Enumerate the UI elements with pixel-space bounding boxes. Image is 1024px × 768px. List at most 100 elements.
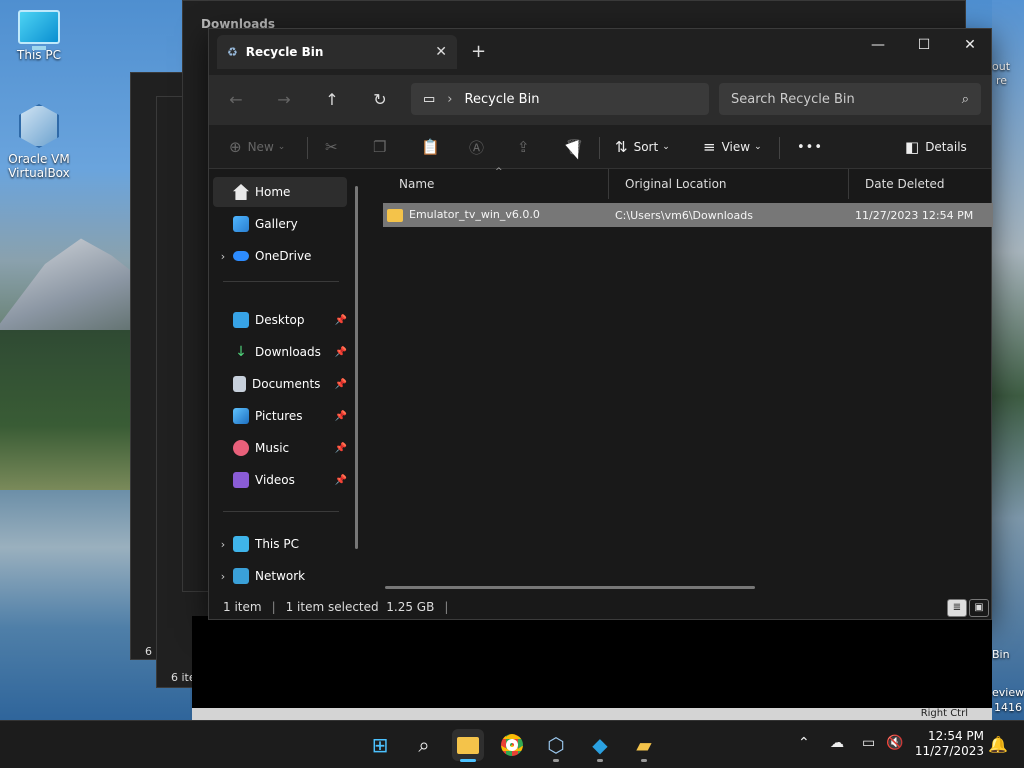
new-tab-button[interactable]: + [471,41,486,62]
address-bar[interactable]: ▭ › Recycle Bin [411,83,709,115]
column-label: Original Location [625,177,727,191]
file-name-cell: Emulator_tv_win_v6.0.0 [387,208,540,222]
desktop-icon-virtualbox[interactable]: Oracle VM VirtualBox [4,104,74,180]
virtualbox-taskbar-button[interactable]: ⬡ [540,729,572,762]
clock-time: 12:54 PM [928,729,984,743]
rename-icon: Ⓐ [469,138,485,157]
back-button[interactable]: ← [223,87,249,113]
new-button[interactable]: ⊕ New ⌄ [229,135,285,159]
paste-button[interactable]: 📋 [421,135,446,159]
share-button[interactable]: ⇪ [517,135,536,159]
chevron-right-icon: › [447,91,453,107]
list-view-icon: ≡ [703,138,716,156]
refresh-button[interactable]: ↻ [367,87,393,113]
display-tray-icon[interactable]: ▭ [862,735,875,751]
edge-text: Bin [992,648,1010,661]
sidebar-item-gallery[interactable]: Gallery [213,209,347,239]
document-icon [233,376,246,392]
chevron-right-icon[interactable]: › [213,570,233,583]
view-button[interactable]: ≡ View ⌄ [703,135,762,159]
sidebar-item-label: OneDrive [255,249,312,263]
sort-button[interactable]: ⇅ Sort ⌄ [615,135,670,159]
close-tab-icon[interactable]: ✕ [435,44,447,60]
picture-icon [233,408,249,424]
rename-button[interactable]: Ⓐ [469,135,490,159]
chrome-taskbar-button[interactable] [496,729,528,761]
sidebar-item-onedrive[interactable]: › OneDrive [213,241,347,271]
folder-app-taskbar-button[interactable]: ▰ [628,729,660,762]
more-options-button[interactable]: ••• [797,135,823,159]
sidebar-item-this-pc[interactable]: › This PC [213,529,347,559]
command-bar: ⊕ New ⌄ ✂ ❐ 📋 Ⓐ ⇪ 🗑 ⇅ Sort ⌄ ≡ View ⌄ ••… [209,125,991,169]
start-button[interactable]: ⊞ [364,729,396,761]
close-window-button[interactable]: ✕ [947,33,993,57]
details-label: Details [925,140,967,154]
details-view-toggle[interactable]: ≣ [947,599,967,617]
file-list: Name ^ Original Location Date Deleted Em… [383,167,993,593]
title-bar[interactable]: ♻ Recycle Bin ✕ + — ☐ ✕ [209,29,991,75]
monitor-icon [18,10,60,50]
computer-icon: ▭ [423,91,436,107]
table-row[interactable]: Emulator_tv_win_v6.0.0 C:\Users\vm6\Down… [383,203,993,227]
search-input[interactable]: Search Recycle Bin ⌕ [719,83,981,115]
sidebar-item-label: Desktop [255,313,305,327]
search-button[interactable]: ⌕ [408,729,440,761]
horizontal-scrollbar[interactable] [385,586,755,589]
monitor-icon [233,536,249,552]
sidebar-item-home[interactable]: Home [213,177,347,207]
chevron-right-icon[interactable]: › [213,538,233,551]
sidebar-item-pictures[interactable]: Pictures 📌 [213,401,347,431]
sidebar-item-label: Home [255,185,291,199]
pin-icon: 📌 [334,410,347,422]
sidebar-scrollbar[interactable] [355,186,358,549]
app-taskbar-button[interactable]: ◆ [584,729,616,762]
sidebar-item-desktop[interactable]: Desktop 📌 [213,305,347,335]
onedrive-tray-icon[interactable]: ☁ [830,735,844,751]
clock[interactable]: 12:54 PM 11/27/2023 [910,729,984,759]
chevron-down-icon: ⌄ [277,142,286,152]
sidebar-item-videos[interactable]: Videos 📌 [213,465,347,495]
volume-mute-icon[interactable]: 🔇 [886,735,903,751]
sidebar-item-music[interactable]: Music 📌 [213,433,347,463]
item-count: 1 item [223,600,262,614]
details-pane-icon: ◧ [905,138,920,156]
running-indicator [641,759,647,762]
pin-icon: 📌 [334,346,347,358]
edge-text: out [992,60,1011,73]
column-header-date-deleted[interactable]: Date Deleted [849,169,991,199]
sidebar-item-label: This PC [255,537,299,551]
up-button[interactable]: ↑ [319,87,345,113]
recycle-bin-window[interactable]: ♻ Recycle Bin ✕ + — ☐ ✕ ← → ↑ ↻ ▭ › Recy… [208,28,993,620]
edge-text: re [996,74,1008,87]
show-hidden-icons-button[interactable]: ⌃ [798,735,810,751]
desktop-icon-this-pc[interactable]: This PC [4,10,74,62]
virtualbox-icon [19,104,59,148]
copy-button[interactable]: ❐ [373,135,392,159]
details-pane-button[interactable]: ◧ Details [905,135,967,159]
host-key-label: Right Ctrl [920,708,968,719]
cut-button[interactable]: ✂ [325,135,344,159]
network-icon [233,568,249,584]
column-header-name[interactable]: Name ^ [383,167,609,199]
column-label: Name [399,177,435,191]
column-header-original-location[interactable]: Original Location [609,169,849,199]
edge-text: 1416 [994,701,1022,714]
tiles-view-toggle[interactable]: ▣ [969,599,989,617]
sidebar-item-label: Pictures [255,409,303,423]
sidebar-item-documents[interactable]: Documents 📌 [213,369,347,399]
chevron-right-icon[interactable]: › [213,250,233,263]
tab-recycle-bin[interactable]: ♻ Recycle Bin ✕ [217,35,457,69]
maximize-button[interactable]: ☐ [901,33,947,57]
toolbar-divider [599,137,600,159]
file-explorer-taskbar-button[interactable] [452,729,484,762]
recycle-bin-icon: ♻ [227,45,238,59]
sidebar-item-label: Downloads [255,345,321,359]
cloud-icon [233,251,249,261]
minimize-button[interactable]: — [855,33,901,57]
status-bar: 1 item | 1 item selected 1.25 GB | [223,600,449,614]
sidebar-item-downloads[interactable]: ↓ Downloads 📌 [213,337,347,367]
sidebar-item-label: Gallery [255,217,298,231]
sidebar-item-network[interactable]: › Network [213,561,347,591]
forward-button[interactable]: → [271,87,297,113]
notification-bell-icon[interactable]: 🔔 [988,735,1008,754]
